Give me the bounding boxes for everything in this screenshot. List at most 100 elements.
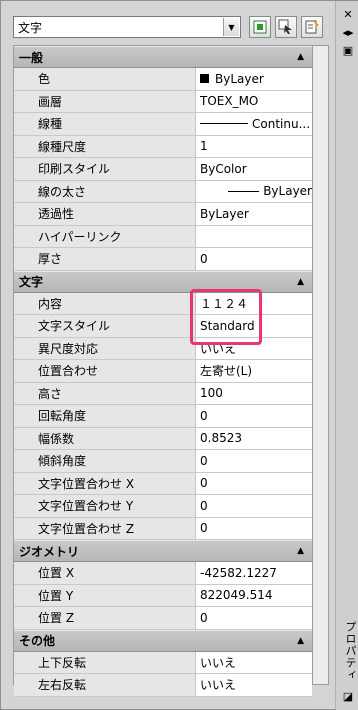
property-row[interactable]: 位置 Z 0 [14,607,312,630]
property-row[interactable]: 線種尺度 1 [14,135,312,158]
property-row[interactable]: 厚さ 0 [14,248,312,271]
property-value: いいえ [196,651,312,673]
property-value: Continu... [252,116,311,131]
property-value: いいえ [196,674,312,696]
property-row[interactable]: 線の太さ ByLayer [14,180,312,203]
property-value: 0 [196,405,312,427]
quick-select-button[interactable] [301,16,323,38]
property-value: 0.8523 [196,427,312,449]
property-value: 1 [196,135,312,157]
section-geometry[interactable]: ジオメトリ ▲ [14,540,312,562]
section-general-label: 一般 [19,50,44,65]
property-name: 文字スタイル [14,315,196,337]
palette-app-icon: ◪ [342,689,354,703]
property-row[interactable]: 上下反転 いいえ [14,651,312,674]
property-value: 0 [196,607,312,629]
pickadd-icon [253,20,267,34]
property-row[interactable]: 高さ 100 [14,382,312,405]
property-name: 線の太さ [14,180,196,202]
property-name: 厚さ [14,248,196,270]
property-value: 100 [196,382,312,404]
property-row[interactable]: 内容 １１２４ [14,292,312,315]
property-name: 傾斜角度 [14,450,196,472]
property-row[interactable]: 位置 X -42582.1227 [14,562,312,585]
property-row[interactable]: 異尺度対応 いいえ [14,337,312,360]
property-row[interactable]: 文字位置合わせ Y 0 [14,495,312,518]
property-value: 0 [196,248,312,270]
property-grid: 一般 ▲ 色 ByLayer 画層 TOEX_MO 線種 Continu... … [13,45,313,697]
section-general[interactable]: 一般 ▲ [14,46,312,68]
property-value: いいえ [196,337,312,359]
select-objects-button[interactable] [275,16,297,38]
property-row[interactable]: 印刷スタイル ByColor [14,158,312,181]
property-value: 0 [196,450,312,472]
property-name: 異尺度対応 [14,337,196,359]
toolbar: 文字 ▼ [13,16,329,40]
property-name: 位置 X [14,562,196,584]
property-value: １１２４ [196,292,312,314]
property-name: 左右反転 [14,674,196,696]
object-type-value: 文字 [18,20,43,35]
chevron-down-icon[interactable]: ▼ [223,18,239,36]
property-row[interactable]: 文字位置合わせ X 0 [14,472,312,495]
lineweight-sample-icon [228,190,260,192]
property-row[interactable]: 透過性 ByLayer [14,203,312,226]
property-name: 線種尺度 [14,135,196,157]
toggle-pickadd-button[interactable] [249,16,271,38]
property-name: 文字位置合わせ Z [14,517,196,539]
property-row[interactable]: 画層 TOEX_MO [14,90,312,113]
section-misc[interactable]: その他 ▲ [14,629,312,652]
property-name: 高さ [14,382,196,404]
property-row[interactable]: 色 ByLayer [14,68,312,91]
property-name: 位置合わせ [14,360,196,382]
property-row[interactable]: 傾斜角度 0 [14,450,312,473]
property-value: 0 [196,495,312,517]
object-type-dropdown[interactable]: 文字 ▼ [13,16,241,38]
property-name: 位置 Y [14,584,196,606]
property-name: ハイパーリンク [14,225,196,247]
collapse-icon[interactable]: ▲ [297,546,304,556]
section-text-label: 文字 [19,275,44,289]
property-name: 画層 [14,90,196,112]
quick-select-icon [305,20,319,34]
property-value: -42582.1227 [196,562,312,584]
section-misc-label: その他 [19,634,56,648]
property-value: ByColor [196,158,312,180]
property-row[interactable]: 左右反転 いいえ [14,674,312,697]
property-name: 透過性 [14,203,196,225]
property-name: 線種 [14,113,196,135]
property-value: ByLayer [196,203,312,225]
collapse-icon[interactable]: ▲ [297,636,304,646]
palette-title-bar: ✕ ◂▸ ▣ プロパティ ◪ [335,1,358,710]
property-name: 内容 [14,292,196,314]
property-row[interactable]: 幅係数 0.8523 [14,427,312,450]
properties-menu-icon[interactable]: ▣ [341,43,355,57]
property-row[interactable]: 位置合わせ 左寄せ(L) [14,360,312,383]
property-grid-scrollbar[interactable] [313,45,329,685]
section-geometry-label: ジオメトリ [19,544,80,559]
close-icon[interactable]: ✕ [341,7,355,21]
property-row[interactable]: 回転角度 0 [14,405,312,428]
property-value: 左寄せ(L) [196,360,312,382]
collapse-icon[interactable]: ▲ [297,277,304,287]
property-value [196,225,312,247]
property-row[interactable]: 文字スタイル Standard [14,315,312,338]
property-name: 文字位置合わせ Y [14,495,196,517]
property-name: 幅係数 [14,427,196,449]
auto-hide-icon[interactable]: ◂▸ [341,25,355,39]
property-value: ByLayer [215,71,264,86]
property-row[interactable]: 文字位置合わせ Z 0 [14,517,312,540]
property-value: 0 [196,472,312,494]
section-text[interactable]: 文字 ▲ [14,270,312,293]
property-name: 回転角度 [14,405,196,427]
property-row[interactable]: ハイパーリンク [14,225,312,248]
property-row[interactable]: 線種 Continu... [14,113,312,136]
property-name: 位置 Z [14,607,196,629]
property-value: 0 [196,517,312,539]
collapse-icon[interactable]: ▲ [297,52,304,62]
property-name: 印刷スタイル [14,158,196,180]
linetype-sample-icon [200,123,248,125]
property-row[interactable]: 位置 Y 822049.514 [14,584,312,607]
select-cursor-icon [278,19,292,34]
palette-title: プロパティ [344,621,357,681]
